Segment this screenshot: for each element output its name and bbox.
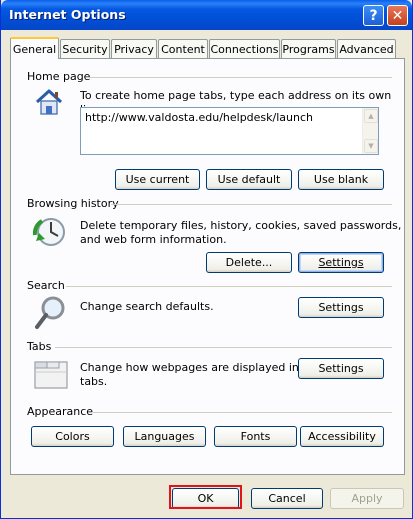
appearance-divider bbox=[93, 412, 392, 413]
help-button[interactable]: ? bbox=[363, 5, 384, 26]
use-current-button[interactable]: Use current bbox=[115, 169, 200, 190]
tab-connections[interactable]: Connections bbox=[209, 39, 280, 58]
tabs-description-line1: Change how webpages are displayed in bbox=[80, 361, 299, 374]
browsing-history-group-label: Browsing history bbox=[27, 197, 119, 210]
close-button[interactable]: ✕ bbox=[387, 5, 408, 26]
home-page-scrollbar[interactable]: ▲ ▼ bbox=[362, 108, 378, 154]
scroll-up-arrow-icon[interactable]: ▲ bbox=[364, 109, 378, 123]
tab-advanced[interactable]: Advanced bbox=[337, 39, 396, 58]
accessibility-label: Accessibility bbox=[308, 430, 376, 443]
tabs-divider bbox=[55, 347, 392, 348]
house-icon bbox=[35, 89, 63, 115]
search-group-label: Search bbox=[27, 279, 65, 292]
browsing-history-divider bbox=[111, 204, 392, 205]
home-page-url-value: http://www.valdosta.edu/helpdesk/launch bbox=[85, 111, 313, 124]
delete-history-button[interactable]: Delete... bbox=[206, 252, 292, 273]
delete-history-label: Delete... bbox=[225, 256, 273, 269]
ok-button[interactable]: OK bbox=[172, 488, 239, 509]
browsing-history-description-line2: and web form information. bbox=[80, 233, 227, 246]
tabs-description-line2: tabs. bbox=[80, 375, 108, 388]
ok-label: OK bbox=[197, 492, 214, 505]
fonts-label: Fonts bbox=[240, 430, 271, 443]
apply-label: Apply bbox=[351, 492, 383, 505]
magnifier-icon bbox=[35, 296, 65, 329]
search-settings-label: Settings bbox=[318, 301, 364, 314]
tab-privacy[interactable]: Privacy bbox=[111, 39, 157, 58]
history-settings-label: Settings bbox=[318, 256, 364, 269]
tabs-window-icon bbox=[34, 361, 68, 389]
general-tab-panel: Home page To create home page tabs, type… bbox=[10, 58, 405, 475]
search-divider bbox=[66, 286, 392, 287]
use-blank-button[interactable]: Use blank bbox=[298, 169, 384, 190]
cancel-label: Cancel bbox=[268, 492, 306, 505]
languages-button[interactable]: Languages bbox=[123, 426, 206, 447]
accessibility-button[interactable]: Accessibility bbox=[300, 426, 384, 447]
use-blank-label: Use blank bbox=[313, 173, 369, 186]
cancel-button[interactable]: Cancel bbox=[251, 488, 323, 509]
browsing-history-description-line1: Delete temporary files, history, cookies… bbox=[80, 219, 402, 232]
tab-general[interactable]: General bbox=[10, 37, 59, 59]
tabs-settings-label: Settings bbox=[318, 362, 364, 375]
title-bar[interactable]: Internet Options ? ✕ bbox=[1, 0, 412, 30]
home-page-group-label: Home page bbox=[27, 70, 91, 83]
tab-content[interactable]: Content bbox=[158, 39, 208, 58]
fonts-button[interactable]: Fonts bbox=[214, 426, 297, 447]
use-default-button[interactable]: Use default bbox=[206, 169, 292, 190]
search-description: Change search defaults. bbox=[80, 300, 214, 313]
home-page-divider bbox=[86, 77, 392, 78]
use-default-label: Use default bbox=[217, 173, 281, 186]
home-page-url-input[interactable]: http://www.valdosta.edu/helpdesk/launch … bbox=[80, 107, 379, 155]
history-settings-button[interactable]: Settings bbox=[298, 252, 384, 273]
tab-security[interactable]: Security bbox=[60, 39, 110, 58]
colors-button[interactable]: Colors bbox=[31, 426, 114, 447]
tab-programs[interactable]: Programs bbox=[281, 39, 336, 58]
tabs-group-label: Tabs bbox=[27, 340, 52, 353]
colors-label: Colors bbox=[55, 430, 90, 443]
window-title: Internet Options bbox=[9, 7, 126, 22]
apply-button[interactable]: Apply bbox=[330, 488, 404, 509]
tabs-settings-button[interactable]: Settings bbox=[298, 358, 384, 379]
scroll-down-arrow-icon[interactable]: ▼ bbox=[364, 139, 378, 153]
history-clock-icon bbox=[33, 218, 65, 246]
appearance-group-label: Appearance bbox=[27, 405, 94, 418]
use-current-label: Use current bbox=[125, 173, 190, 186]
search-settings-button[interactable]: Settings bbox=[298, 297, 384, 318]
internet-options-window: Internet Options ? ✕ General Security Pr… bbox=[0, 0, 413, 519]
languages-label: Languages bbox=[134, 430, 195, 443]
